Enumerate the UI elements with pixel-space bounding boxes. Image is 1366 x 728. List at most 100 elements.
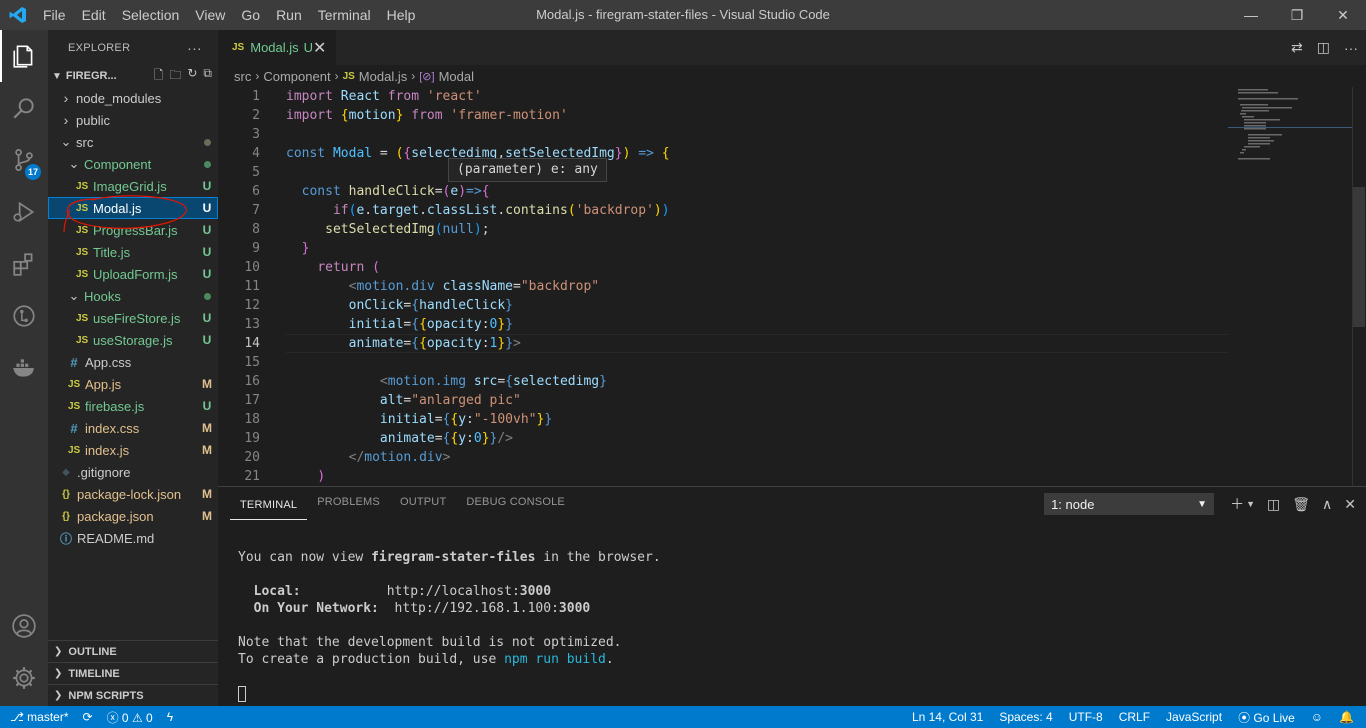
timeline-section[interactable]: ❯ TIMELINE	[48, 662, 218, 684]
close-panel-icon[interactable]: ✕	[1344, 496, 1356, 513]
js-file-icon: JS	[76, 246, 89, 258]
code-line: 9 }	[252, 241, 310, 256]
chevron-down-icon[interactable]: ▼	[1246, 499, 1255, 509]
menu-view[interactable]: View	[187, 0, 233, 30]
explorer-icon[interactable]	[0, 30, 48, 82]
run-debug-icon[interactable]	[0, 186, 48, 238]
breadcrumb-component[interactable]: Component	[263, 69, 330, 84]
problems-status[interactable]: ⓧ 0 ⚠ 0	[107, 709, 153, 726]
terminal-select[interactable]: 1: node ▼	[1044, 493, 1215, 515]
tree-item-label: App.js	[85, 376, 122, 392]
trash-icon[interactable]: 🗑	[1292, 496, 1310, 513]
tab-terminal[interactable]: TERMINAL	[230, 490, 308, 520]
breadcrumb-src[interactable]: src	[234, 69, 251, 84]
minimap[interactable]	[1228, 87, 1352, 486]
panel-actions: 1: node ▼ ＋ ▼ ◫ 🗑 ∧ ✕	[1044, 491, 1356, 517]
tree-item[interactable]: # index.css M	[48, 417, 218, 439]
chevron-down-icon: ⌄	[60, 134, 72, 149]
language-mode[interactable]: JavaScript	[1166, 710, 1222, 724]
terminal-local-port: 3000	[519, 584, 552, 599]
tree-item[interactable]: ⌄ Component	[48, 153, 218, 175]
feedback-icon[interactable]: ☺	[1311, 710, 1323, 724]
tree-item[interactable]: › public	[48, 109, 218, 131]
tree-item[interactable]: {} package-lock.json M	[48, 483, 218, 505]
docker-icon[interactable]	[0, 342, 48, 394]
new-folder-icon[interactable]: 🗀	[169, 66, 181, 87]
menu-run[interactable]: Run	[268, 0, 310, 30]
tab-output[interactable]: OUTPUT	[390, 487, 456, 522]
source-control-icon[interactable]: 17	[0, 134, 48, 186]
more-actions-icon[interactable]: ···	[1344, 40, 1358, 56]
go-live-button[interactable]: ⦿ Go Live	[1238, 709, 1295, 726]
lightning-icon[interactable]: ϟ	[167, 710, 173, 724]
hover-tooltip: (parameter) e: any	[448, 158, 607, 182]
menu-selection[interactable]: Selection	[114, 0, 188, 30]
tab-debug-console[interactable]: DEBUG CONSOLE	[456, 487, 575, 522]
menu-edit[interactable]: Edit	[74, 0, 114, 30]
branch-status[interactable]: ⎇ master*	[10, 710, 69, 724]
tree-item[interactable]: ⓘ README.md	[48, 527, 218, 549]
refresh-icon[interactable]: ↻	[187, 66, 197, 87]
accounts-icon[interactable]	[0, 600, 48, 652]
chevron-right-icon: ›	[255, 69, 260, 83]
breadcrumb-file[interactable]: Modal.js	[359, 69, 407, 84]
new-file-icon[interactable]: 🗋	[154, 66, 164, 87]
restore-button[interactable]: ❐	[1274, 0, 1320, 30]
tree-item[interactable]: # App.css	[48, 351, 218, 373]
tree-item[interactable]: JS ProgressBar.js U	[48, 219, 218, 241]
close-tab-icon[interactable]: ✕	[313, 38, 326, 58]
tree-item[interactable]: JS useFireStore.js U	[48, 307, 218, 329]
tree-item[interactable]: JS Title.js U	[48, 241, 218, 263]
tab-problems[interactable]: PROBLEMS	[307, 487, 390, 522]
tab-modal-js[interactable]: JS Modal.js U ✕	[218, 30, 336, 65]
project-section-header[interactable]: ▼ FIREGR... 🗋 🗀 ↻ ⧉	[48, 65, 218, 87]
split-terminal-icon[interactable]: ◫	[1267, 496, 1280, 513]
tree-item[interactable]: ⌄ Hooks	[48, 285, 218, 307]
collapse-all-icon[interactable]: ⧉	[203, 66, 212, 87]
tree-item[interactable]: ◆ .gitignore	[48, 461, 218, 483]
git-graph-icon[interactable]	[0, 290, 48, 342]
settings-gear-icon[interactable]	[0, 652, 48, 704]
breadcrumb-symbol[interactable]: Modal	[439, 69, 474, 84]
menu-help[interactable]: Help	[379, 0, 424, 30]
tree-item-label: UploadForm.js	[93, 266, 178, 282]
tree-item[interactable]: ⌄ src	[48, 131, 218, 153]
indentation[interactable]: Spaces: 4	[999, 710, 1052, 724]
bell-icon[interactable]: 🔔	[1339, 710, 1354, 724]
tree-item[interactable]: JS App.js M	[48, 373, 218, 395]
menu-terminal[interactable]: Terminal	[310, 0, 379, 30]
code-line: 4 const Modal = ({selectedimg,setSelected…	[252, 146, 670, 161]
outline-section[interactable]: ❯ OUTLINE	[48, 640, 218, 662]
tree-item[interactable]: JS firebase.js U	[48, 395, 218, 417]
js-file-icon: JS	[76, 224, 89, 236]
menu-file[interactable]: File	[35, 0, 74, 30]
sync-icon[interactable]: ⟳	[83, 710, 93, 724]
terminal-note: To create a production build, use	[238, 652, 505, 667]
open-changes-icon[interactable]: ⇄	[1291, 39, 1303, 56]
npm-scripts-section[interactable]: ❯ NPM SCRIPTS	[48, 684, 218, 706]
scrollbar-thumb[interactable]	[1353, 187, 1365, 327]
new-terminal-icon[interactable]: ＋	[1230, 494, 1244, 514]
tree-item[interactable]: › node_modules	[48, 87, 218, 109]
line-ending[interactable]: CRLF	[1119, 710, 1150, 724]
terminal-output[interactable]: You can now view firegram-stater-files i…	[238, 549, 661, 702]
menu-go[interactable]: Go	[233, 0, 268, 30]
chevron-right-icon: ›	[334, 69, 339, 83]
split-editor-icon[interactable]: ◫	[1317, 39, 1330, 56]
cursor-position[interactable]: Ln 14, Col 31	[912, 710, 983, 724]
tree-item[interactable]: JS index.js M	[48, 439, 218, 461]
tree-item[interactable]: JS UploadForm.js U	[48, 263, 218, 285]
search-icon[interactable]	[0, 82, 48, 134]
code-editor[interactable]: 1 import React from 'react' 2 import {moti…	[218, 87, 1228, 486]
minimize-button[interactable]: —	[1228, 0, 1274, 30]
tree-item[interactable]: JS ImageGrid.js U	[48, 175, 218, 197]
more-actions-button[interactable]: ···	[187, 40, 202, 56]
encoding[interactable]: UTF-8	[1069, 710, 1103, 724]
close-window-button[interactable]: ✕	[1320, 0, 1366, 30]
tree-item[interactable]: {} package.json M	[48, 505, 218, 527]
maximize-panel-icon[interactable]: ∧	[1322, 496, 1332, 513]
tree-item[interactable]: JS useStorage.js U	[48, 329, 218, 351]
tree-item[interactable]: JS Modal.js U	[48, 197, 218, 219]
extensions-icon[interactable]	[0, 238, 48, 290]
editor-scrollbar[interactable]	[1352, 87, 1366, 486]
